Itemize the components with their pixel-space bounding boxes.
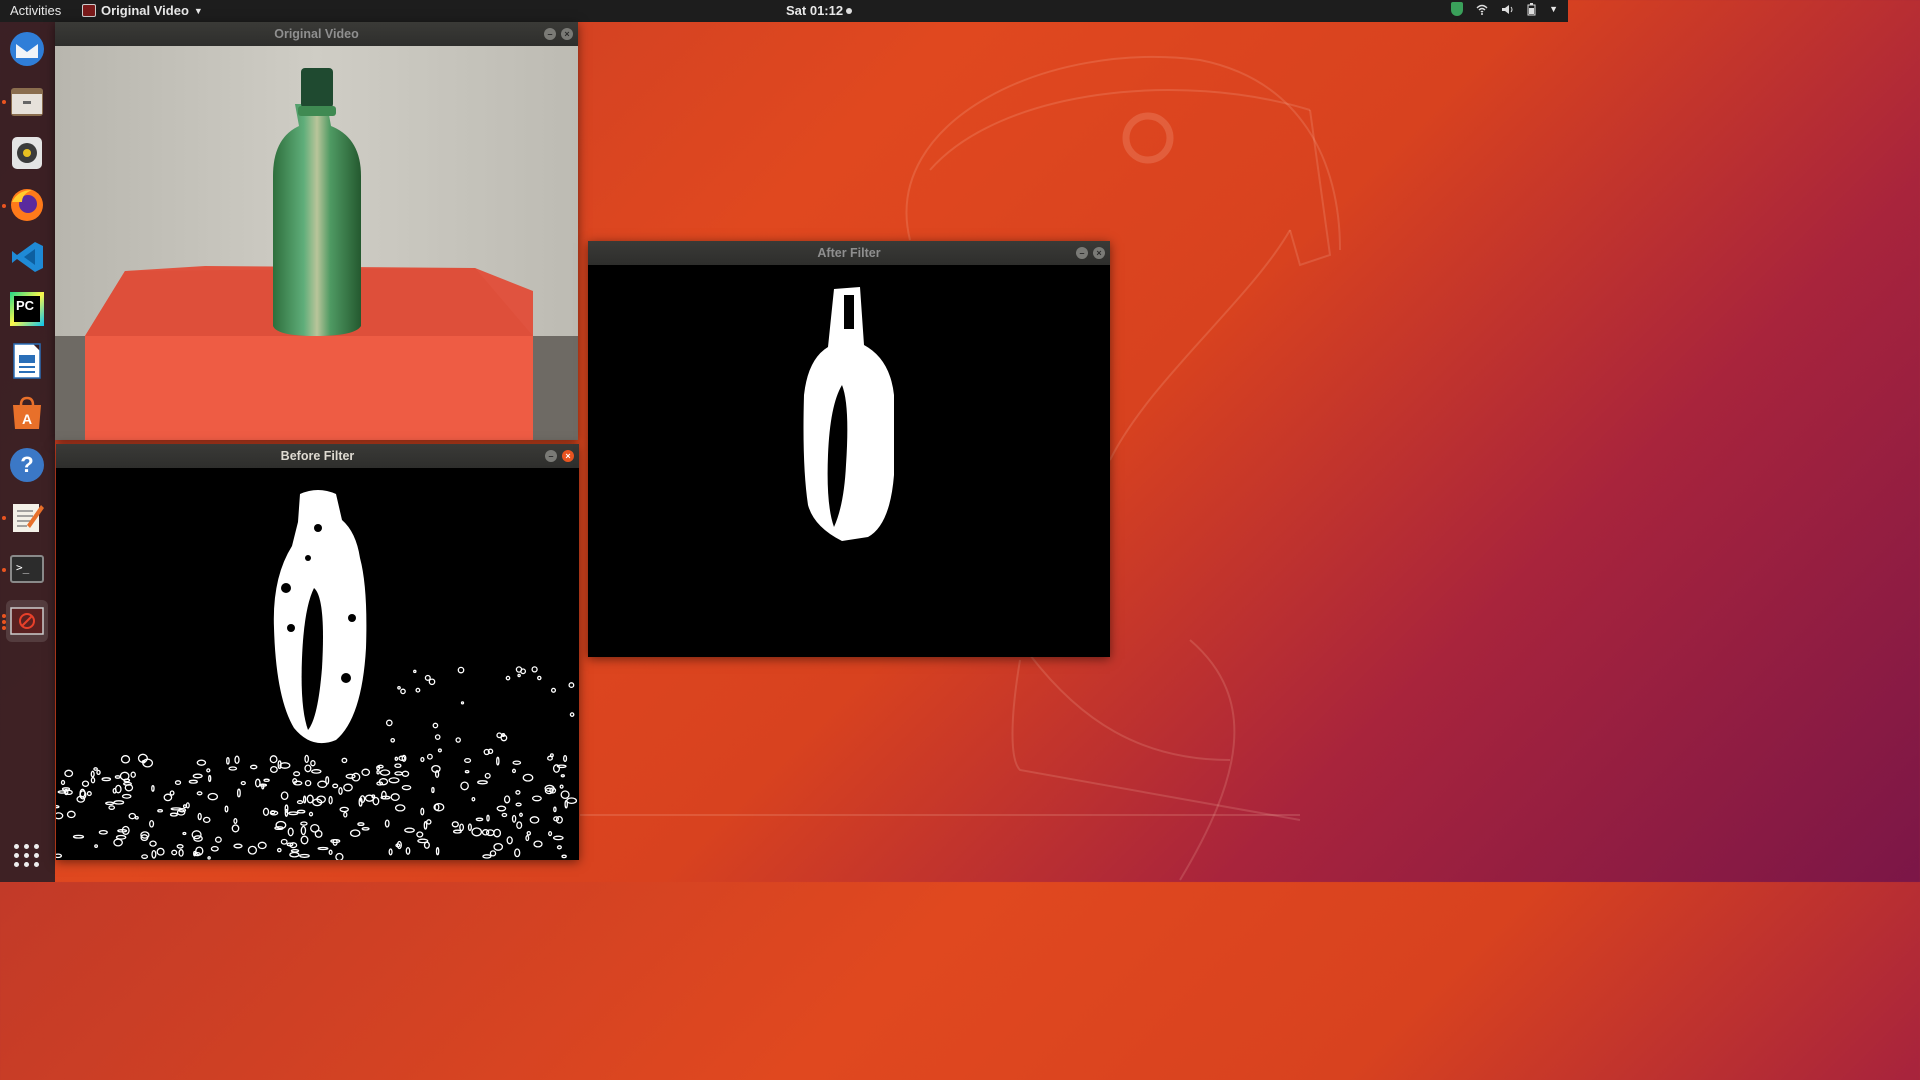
mask-image-after-filter [588, 265, 1110, 657]
text-editor-icon [13, 504, 44, 532]
video-frame-image [55, 46, 578, 440]
top-bar: Activities Original Video ▼ Sat 01:12 ▼ [0, 0, 1568, 22]
window-after-filter[interactable]: After Filter – × [588, 241, 1110, 657]
mask-image-before-filter [56, 468, 579, 860]
update-shield-icon[interactable] [1451, 2, 1464, 16]
rhythmbox-icon [12, 137, 42, 169]
running-indicator [2, 626, 6, 630]
running-indicator [2, 100, 6, 104]
system-tray[interactable]: ▼ [1451, 2, 1558, 16]
terminal-icon: >_ [10, 555, 44, 583]
app-menu-icon [82, 4, 96, 17]
show-applications-icon [14, 843, 40, 867]
titlebar[interactable]: Original Video – × [55, 22, 578, 46]
dock-firefox[interactable] [6, 184, 48, 226]
window-title: Original Video [274, 27, 359, 41]
window-original-video[interactable]: Original Video – × [55, 22, 578, 440]
battery-icon [1527, 2, 1536, 15]
running-indicator [2, 204, 6, 208]
wifi-icon [1476, 4, 1488, 15]
titlebar[interactable]: After Filter – × [588, 241, 1110, 265]
running-indicator [2, 620, 6, 624]
app-menu-label: Original Video [101, 3, 189, 18]
minimize-button[interactable]: – [1076, 247, 1088, 259]
window-before-filter[interactable]: Before Filter – × [56, 444, 579, 860]
dock-files[interactable] [6, 80, 48, 122]
help-icon: ? [10, 448, 44, 482]
activities-button[interactable]: Activities [10, 3, 61, 18]
firefox-icon [11, 189, 43, 221]
show-applications-button[interactable] [6, 834, 48, 876]
window-title: Before Filter [280, 449, 355, 463]
dock-terminal[interactable]: >_ [6, 548, 48, 590]
dock-rhythmbox[interactable] [6, 132, 48, 174]
minimize-button[interactable]: – [545, 450, 557, 462]
opencv-window-icon [10, 607, 44, 635]
chevron-down-icon: ▼ [193, 5, 203, 16]
svg-text:A: A [22, 411, 32, 427]
running-indicator [2, 568, 6, 572]
dock-help[interactable]: ? [6, 444, 48, 486]
software-center-icon: A [13, 396, 41, 429]
dock-writer[interactable] [6, 340, 48, 382]
close-button[interactable]: × [562, 450, 574, 462]
window-title: After Filter [817, 246, 881, 260]
pycharm-icon: PC [10, 292, 44, 326]
minimize-button[interactable]: – [544, 28, 556, 40]
dock-opencv-window[interactable] [6, 600, 48, 642]
titlebar[interactable]: Before Filter – × [56, 444, 579, 468]
close-button[interactable]: × [1093, 247, 1105, 259]
pycharm-label: PC [14, 296, 40, 322]
libreoffice-writer-icon [13, 343, 41, 379]
dock: PC A ? >_ [0, 22, 55, 882]
dock-vscode[interactable] [6, 236, 48, 278]
dock-software[interactable]: A [6, 392, 48, 434]
system-menu-chevron-icon: ▼ [1549, 4, 1558, 14]
notification-dot-icon [846, 8, 853, 14]
running-indicator [2, 516, 6, 520]
vscode-icon [12, 242, 43, 272]
dock-thunderbird[interactable] [6, 28, 48, 70]
files-icon [11, 88, 43, 116]
running-indicator [2, 614, 6, 618]
dock-text-editor[interactable] [6, 496, 48, 538]
close-button[interactable]: × [561, 28, 573, 40]
clock-label: Sat 01:12 [786, 3, 844, 18]
volume-icon [1502, 4, 1513, 14]
app-menu[interactable]: Original Video ▼ [82, 3, 203, 18]
clock[interactable]: Sat 01:12 [786, 3, 853, 18]
dock-pycharm[interactable]: PC [6, 288, 48, 330]
thunderbird-icon [10, 32, 44, 66]
